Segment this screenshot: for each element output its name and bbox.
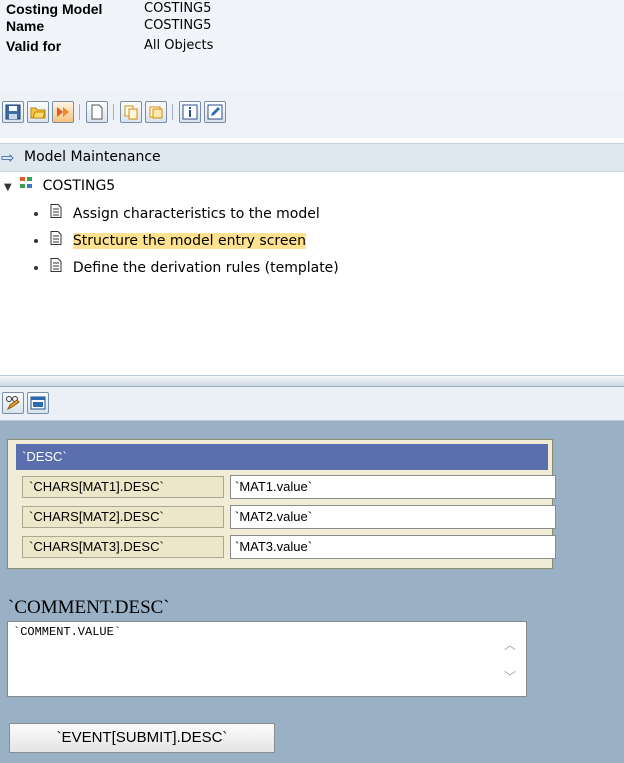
field-label: `CHARS[MAT2].DESC` — [22, 506, 224, 528]
pane-splitter[interactable] — [0, 375, 624, 387]
hierarchy-icon — [20, 176, 34, 196]
bullet — [34, 239, 38, 243]
document-icon — [50, 204, 62, 224]
tree-item-label: Structure the model entry screen — [72, 233, 306, 249]
field-label: `CHARS[MAT3].DESC` — [22, 536, 224, 558]
header-value: COSTING5 — [144, 18, 212, 33]
screen-preview: `DESC` `CHARS[MAT1].DESC` `MAT1.value` `… — [0, 421, 624, 763]
comment-label: `COMMENT.DESC` — [8, 597, 170, 618]
tree-root-node[interactable]: ▼ COSTING5 — [4, 176, 115, 198]
field-input-mat3[interactable]: `MAT3.value` — [230, 535, 556, 559]
scroll-up-icon[interactable]: ︿ — [504, 636, 516, 653]
model-header: Costing Model COSTING5 Name COSTING5 Val… — [0, 0, 624, 92]
copy-doc-icon[interactable] — [145, 101, 167, 123]
tree-item[interactable]: Define the derivation rules (template) — [34, 258, 339, 278]
header-label: Costing Model — [6, 1, 103, 17]
comment-textarea[interactable]: `COMMENT.VALUE` ︿ ﹀ — [7, 621, 527, 697]
window-icon[interactable] — [27, 392, 49, 414]
main-toolbar — [0, 92, 624, 138]
copy-icon[interactable] — [120, 101, 142, 123]
preview-toolbar — [0, 387, 624, 421]
comment-value: `COMMENT.VALUE` — [13, 625, 122, 639]
tree-root-label: COSTING5 — [42, 178, 116, 194]
tree-item-selected[interactable]: Structure the model entry screen — [34, 231, 306, 251]
bullet — [34, 266, 38, 270]
document-icon — [50, 258, 62, 278]
document-icon — [50, 231, 62, 251]
tree-item[interactable]: Assign characteristics to the model — [34, 204, 320, 224]
characteristics-form: `DESC` `CHARS[MAT1].DESC` `MAT1.value` `… — [7, 439, 556, 569]
open-folder-icon[interactable] — [27, 101, 49, 123]
expand-triangle-icon[interactable]: ▼ — [4, 182, 12, 193]
header-label: Valid for — [6, 38, 62, 54]
header-label: Name — [6, 18, 45, 34]
edit-icon[interactable] — [204, 101, 226, 123]
bullet — [34, 212, 38, 216]
field-input-mat2[interactable]: `MAT2.value` — [230, 505, 556, 529]
tree-item-label: Assign characteristics to the model — [72, 206, 320, 222]
info-icon[interactable] — [179, 101, 201, 123]
glasses-edit-icon[interactable] — [2, 392, 24, 414]
model-tree: ⇨ Model Maintenance ▼ COSTING5 Assign ch… — [0, 143, 624, 375]
form-header: `DESC` — [16, 444, 548, 470]
arrow-right-icon: ⇨ — [1, 148, 15, 167]
tree-header-label: Model Maintenance — [24, 149, 161, 165]
new-document-icon[interactable] — [86, 101, 108, 123]
transport-icon[interactable] — [52, 101, 74, 123]
tree-item-label: Define the derivation rules (template) — [72, 260, 339, 276]
header-value: All Objects — [144, 38, 214, 53]
scroll-down-icon[interactable]: ﹀ — [504, 668, 516, 685]
tree-header: ⇨ Model Maintenance — [0, 143, 624, 172]
save-icon[interactable] — [2, 101, 24, 123]
header-value: COSTING5 — [144, 1, 212, 16]
submit-button[interactable]: `EVENT[SUBMIT].DESC` — [9, 723, 275, 753]
field-label: `CHARS[MAT1].DESC` — [22, 476, 224, 498]
field-input-mat1[interactable]: `MAT1.value` — [230, 475, 556, 499]
